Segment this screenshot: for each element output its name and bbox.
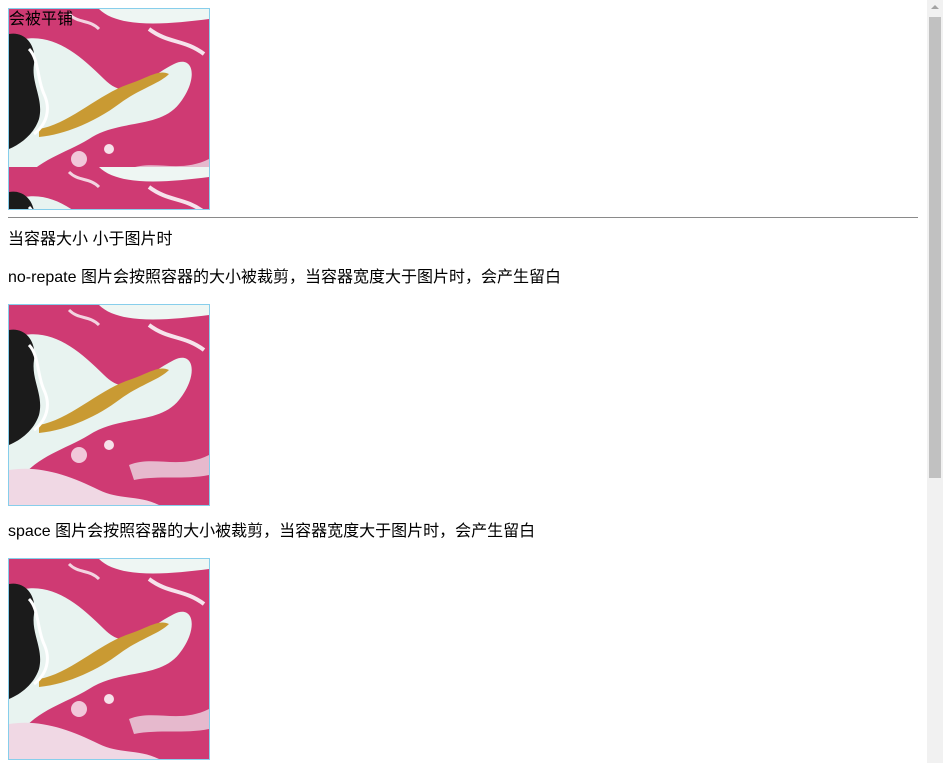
small-container-heading: 当容器大小 小于图片时 — [8, 231, 173, 248]
marble-texture-image — [9, 559, 209, 759]
space-background-box — [8, 558, 210, 760]
vertical-scrollbar[interactable] — [927, 0, 943, 763]
marble-texture-image — [9, 9, 209, 209]
section-divider — [8, 217, 918, 218]
page-content: 会被平铺 当容器大小 小于图片时 no-repate 图片会按照容器的大小被裁剪… — [8, 8, 918, 760]
scroll-up-arrow-icon[interactable] — [931, 5, 939, 9]
space-description: space 图片会按照容器的大小被裁剪，当容器宽度大于图片时，会产生留白 — [8, 523, 536, 540]
no-repeat-background-box — [8, 304, 210, 506]
tiled-label: 会被平铺 — [9, 11, 74, 28]
scrollbar-thumb[interactable] — [929, 17, 941, 478]
page-viewport: 会被平铺 当容器大小 小于图片时 no-repate 图片会按照容器的大小被裁剪… — [0, 0, 927, 763]
tiled-background-box: 会被平铺 — [8, 8, 210, 210]
no-repeat-description: no-repate 图片会按照容器的大小被裁剪，当容器宽度大于图片时，会产生留白 — [8, 269, 561, 286]
marble-texture-image — [9, 305, 209, 505]
